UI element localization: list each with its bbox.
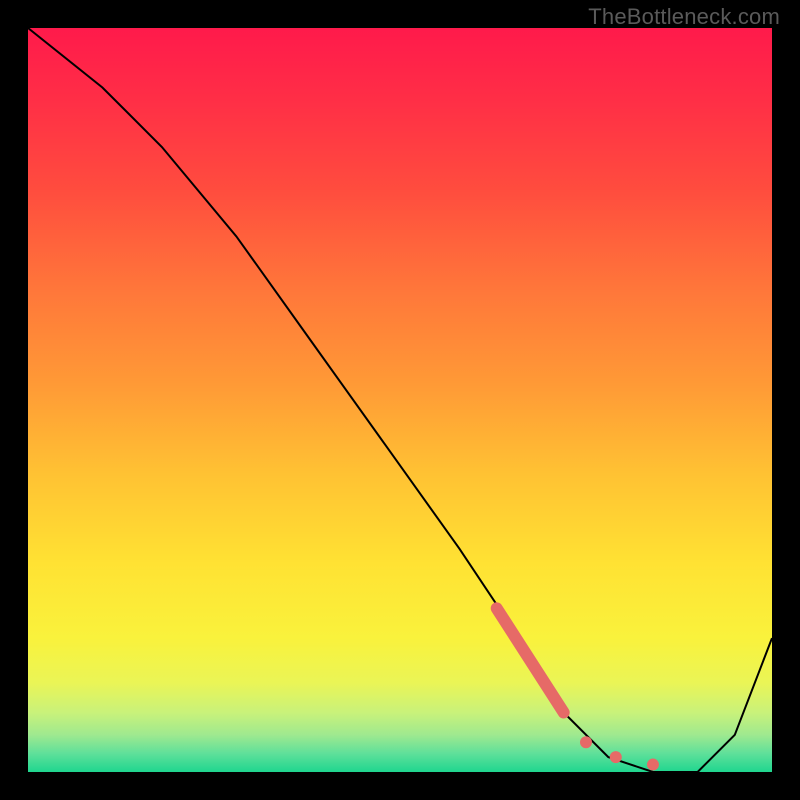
highlight-dot bbox=[610, 751, 622, 763]
highlight-dot bbox=[580, 736, 592, 748]
watermark-text: TheBottleneck.com bbox=[588, 4, 780, 30]
highlight-dot bbox=[647, 759, 659, 771]
chart-svg bbox=[28, 28, 772, 772]
plot-area bbox=[28, 28, 772, 772]
chart-frame: TheBottleneck.com bbox=[0, 0, 800, 800]
gradient-background bbox=[28, 28, 772, 772]
